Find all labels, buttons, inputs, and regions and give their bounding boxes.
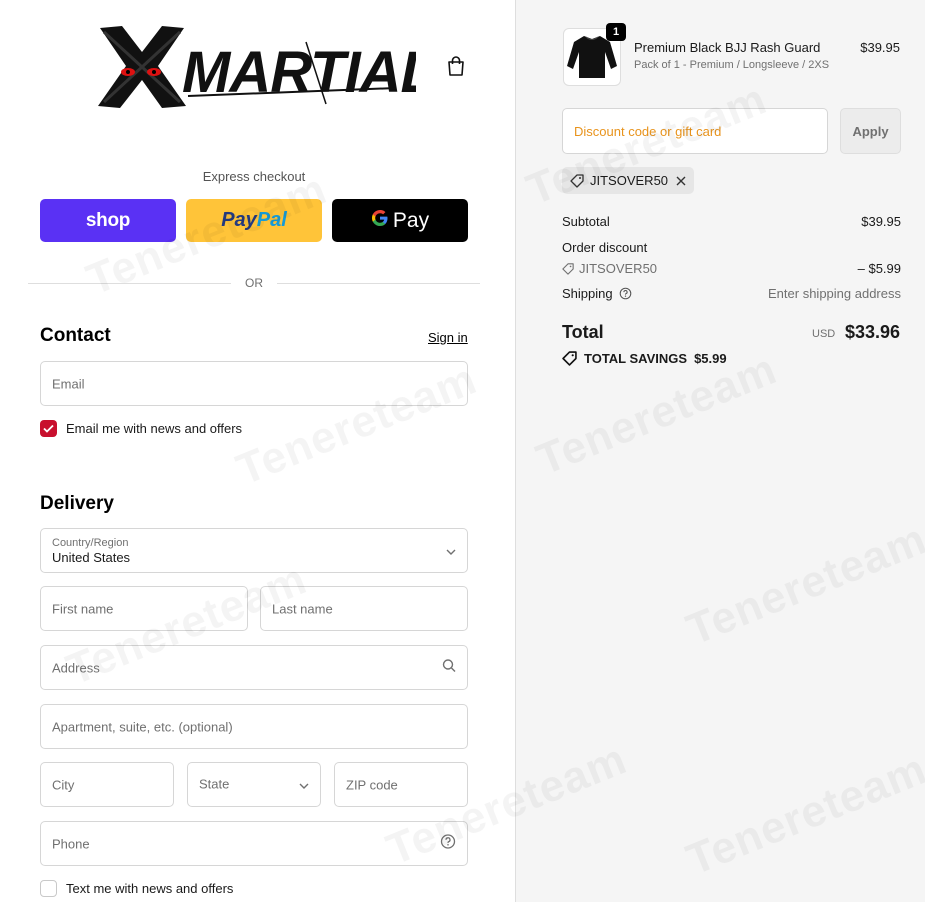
- city-placeholder: City: [52, 777, 75, 792]
- remove-discount-icon[interactable]: [676, 176, 686, 186]
- shipping-row: Shipping Enter shipping address: [562, 286, 901, 301]
- discount-code-field[interactable]: Discount code or gift card: [562, 108, 828, 154]
- email-news-label: Email me with news and offers: [66, 421, 243, 436]
- shipping-label: Shipping: [562, 286, 613, 301]
- delivery-title: Delivery: [40, 493, 114, 514]
- discount-placeholder: Discount code or gift card: [574, 124, 722, 139]
- order-discount-code: JITSOVER50: [579, 261, 658, 276]
- country-select[interactable]: Country/Region United States: [40, 528, 468, 573]
- shipping-value: Enter shipping address: [768, 286, 901, 301]
- first-name-placeholder: First name: [52, 601, 114, 616]
- paypal-label-b: Pal: [256, 209, 287, 231]
- order-discount-row: Order discount: [562, 240, 901, 255]
- sign-in-link[interactable]: Sign in: [428, 330, 468, 345]
- country-value: United States: [52, 550, 131, 565]
- apartment-field[interactable]: Apartment, suite, etc. (optional): [40, 704, 468, 749]
- text-news-checkbox-row[interactable]: Text me with news and offers: [40, 880, 233, 897]
- shop-pay-button[interactable]: shop: [40, 199, 176, 242]
- subtotal-value: $39.95: [861, 214, 901, 229]
- total-savings: TOTAL SAVINGS $5.99: [562, 351, 727, 366]
- chevron-down-icon: [446, 542, 456, 560]
- email-placeholder: Email: [52, 376, 85, 391]
- apartment-placeholder: Apartment, suite, etc. (optional): [52, 719, 233, 734]
- first-name-field[interactable]: First name: [40, 586, 248, 631]
- city-field[interactable]: City: [40, 762, 174, 807]
- subtotal-label: Subtotal: [562, 214, 610, 229]
- total-label: Total: [562, 322, 604, 342]
- phone-field[interactable]: Phone: [40, 821, 468, 866]
- applied-discount-chip: JITSOVER50: [562, 167, 695, 194]
- product-variant: Pack of 1 - Premium / Longsleeve / 2XS: [634, 59, 830, 71]
- phone-placeholder: Phone: [52, 836, 90, 851]
- apply-button[interactable]: Apply: [840, 108, 901, 154]
- google-pay-label: Pay: [392, 208, 430, 232]
- paypal-button[interactable]: Pay Pal: [186, 199, 322, 242]
- shop-pay-label: shop: [85, 209, 131, 231]
- express-checkout-label: Express checkout: [202, 169, 306, 184]
- zip-field[interactable]: ZIP code: [334, 762, 468, 807]
- address-placeholder: Address: [52, 660, 100, 675]
- google-g-icon: [371, 209, 389, 233]
- tag-icon: [562, 262, 574, 275]
- product-title: Premium Black BJJ Rash Guard: [634, 40, 821, 55]
- martial-logo[interactable]: MARTIAL: [96, 22, 436, 110]
- savings-label: TOTAL SAVINGS: [584, 351, 688, 366]
- applied-code-label: JITSOVER50: [590, 173, 669, 188]
- quantity-badge: 1: [606, 23, 626, 41]
- state-select[interactable]: State: [187, 762, 321, 807]
- tag-icon: [570, 173, 584, 188]
- order-discount-value: – $5.99: [857, 261, 901, 276]
- savings-value: $5.99: [694, 351, 727, 366]
- or-divider: OR: [28, 276, 480, 290]
- last-name-placeholder: Last name: [272, 601, 333, 616]
- savings-tag-icon: [562, 351, 577, 366]
- country-label: Country/Region: [52, 537, 129, 549]
- total-value: $33.96: [844, 322, 900, 342]
- cart-bag-icon[interactable]: [446, 55, 466, 77]
- order-discount-code-row: JITSOVER50 – $5.99: [562, 261, 901, 276]
- state-placeholder: State: [199, 776, 230, 792]
- checkout-form-panel: MARTIAL Express checkout shop Pay Pal Pay: [0, 0, 515, 902]
- email-news-checkbox-row[interactable]: Email me with news and offers: [40, 420, 242, 437]
- paypal-label-a: Pay: [221, 209, 257, 231]
- email-news-checkbox[interactable]: [40, 420, 57, 437]
- text-news-checkbox[interactable]: [40, 880, 57, 897]
- email-field[interactable]: Email: [40, 361, 468, 406]
- order-discount-label: Order discount: [562, 240, 648, 255]
- last-name-field[interactable]: Last name: [260, 586, 468, 631]
- zip-placeholder: ZIP code: [346, 777, 398, 792]
- contact-title: Contact: [40, 325, 111, 346]
- help-icon[interactable]: [440, 833, 456, 854]
- currency-code: USD: [812, 328, 836, 340]
- google-pay-button[interactable]: Pay: [332, 199, 468, 242]
- chevron-down-icon: [299, 776, 309, 794]
- address-field[interactable]: Address: [40, 645, 468, 690]
- subtotal-row: Subtotal $39.95: [562, 214, 901, 229]
- product-price: $39.95: [860, 40, 900, 55]
- search-icon: [442, 658, 456, 677]
- or-text: OR: [245, 276, 263, 290]
- help-icon[interactable]: [619, 287, 632, 300]
- text-news-label: Text me with news and offers: [66, 881, 234, 896]
